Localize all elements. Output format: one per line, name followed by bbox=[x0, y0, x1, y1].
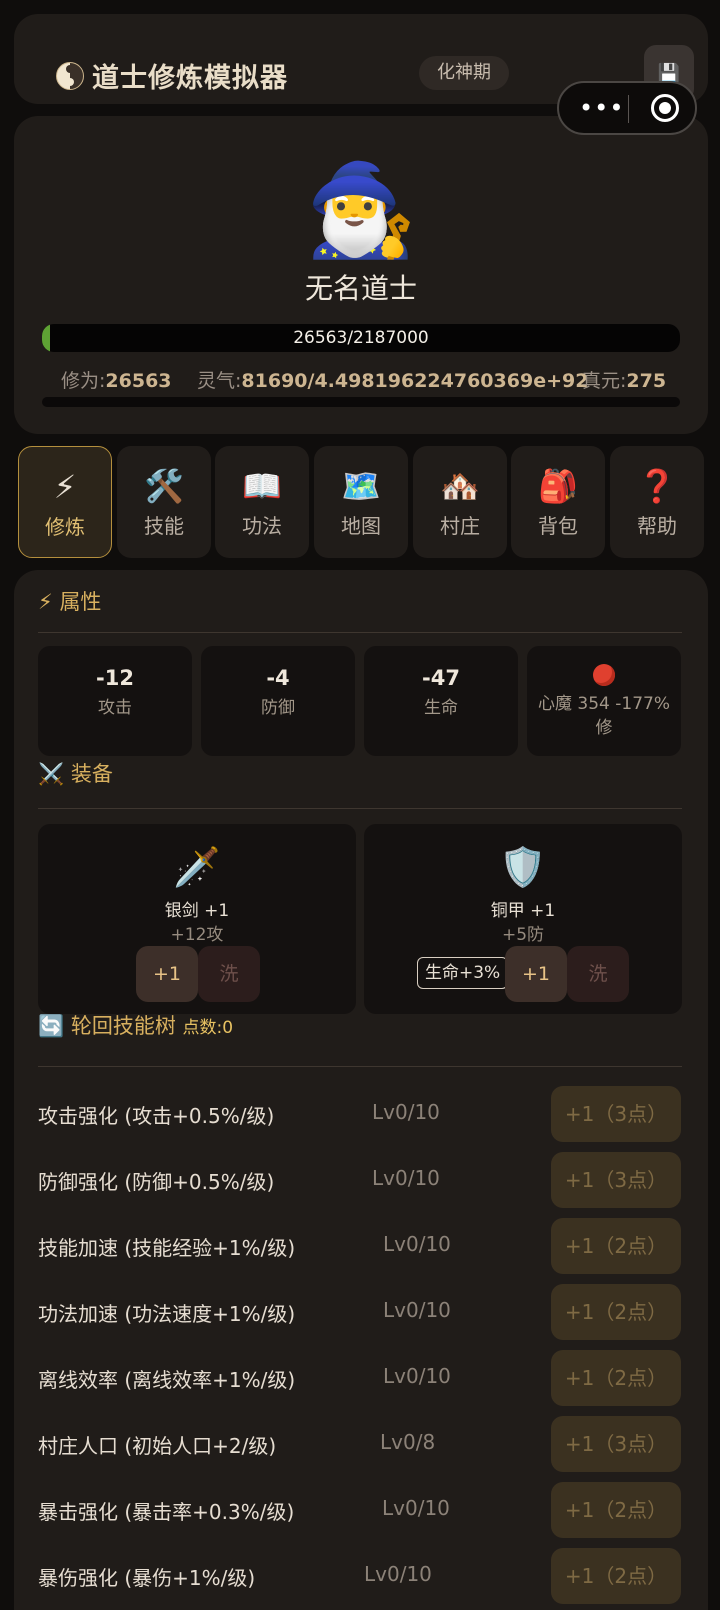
armor-name: 铜甲 +1 bbox=[490, 901, 556, 921]
tab-skills[interactable]: 🛠️ 技能 bbox=[117, 446, 211, 558]
skill-upgrade-button[interactable]: +1（2点） bbox=[551, 1548, 681, 1604]
skill-tree-title: 🔄 轮回技能树 点数:0 bbox=[38, 1014, 234, 1038]
armor-stat: +5防 bbox=[501, 925, 545, 945]
divider bbox=[38, 808, 682, 809]
skill-upgrade-button[interactable]: +1（2点） bbox=[551, 1218, 681, 1274]
skill-upgrade-button[interactable]: +1（3点） bbox=[551, 1416, 681, 1472]
exp-progress-text: 26563/2187000 bbox=[293, 328, 429, 348]
app-title: 道士修炼模拟器 bbox=[56, 56, 288, 95]
attr-inner-demon: 心魔 354 -177%修 bbox=[527, 646, 681, 756]
weapon-name: 银剑 +1 bbox=[164, 901, 230, 921]
divider bbox=[38, 632, 682, 633]
skill-level: Lv0/10 bbox=[383, 1232, 451, 1256]
attributes-title: ⚡ 属性 bbox=[38, 590, 102, 614]
armor-affix-badge: 生命+3% bbox=[417, 957, 509, 989]
more-menu-icon[interactable]: ••• bbox=[579, 96, 624, 120]
skill-level: Lv0/10 bbox=[383, 1364, 451, 1388]
tab-map[interactable]: 🗺️ 地图 bbox=[314, 446, 408, 558]
skill-name: 村庄人口 (初始人口+2/级) bbox=[38, 1434, 277, 1458]
map-icon: 🗺️ bbox=[341, 467, 381, 505]
dagger-icon: 🗡️ bbox=[173, 845, 221, 889]
tab-label: 背包 bbox=[538, 514, 578, 538]
skill-name: 暴击强化 (暴击率+0.3%/级) bbox=[38, 1500, 295, 1524]
skill-row: 暴击强化 (暴击率+0.3%/级) Lv0/10 +1（2点） bbox=[14, 1482, 708, 1540]
skill-name: 防御强化 (防御+0.5%/级) bbox=[38, 1170, 275, 1194]
exp-progress-bar: 26563/2187000 bbox=[42, 324, 680, 352]
tab-label: 村庄 bbox=[440, 514, 480, 538]
tab-cultivate[interactable]: ⚡ 修炼 bbox=[18, 446, 112, 558]
armor-slot: 🛡️ 铜甲 +1 +5防 生命+3% +1 洗 bbox=[364, 824, 682, 1014]
tab-label: 功法 bbox=[242, 514, 282, 538]
skill-level: Lv0/8 bbox=[380, 1430, 436, 1454]
lightning-icon: ⚡ bbox=[53, 468, 77, 506]
skill-name: 技能加速 (技能经验+1%/级) bbox=[38, 1236, 296, 1260]
skill-upgrade-button[interactable]: +1（2点） bbox=[551, 1284, 681, 1340]
skill-name: 功法加速 (功法速度+1%/级) bbox=[38, 1302, 296, 1326]
tab-label: 帮助 bbox=[637, 514, 677, 538]
player-name: 无名道士 bbox=[304, 272, 417, 305]
armor-upgrade-button[interactable]: +1 bbox=[505, 946, 567, 1002]
skill-row: 防御强化 (防御+0.5%/级) Lv0/10 +1（3点） bbox=[14, 1152, 708, 1210]
realm-badge: 化神期 bbox=[419, 56, 509, 90]
mini-program-capsule: ••• bbox=[557, 81, 697, 135]
armor-reroll-button[interactable]: 洗 bbox=[567, 946, 629, 1002]
capsule-divider bbox=[628, 95, 629, 123]
skill-row: 攻击强化 (攻击+0.5%/级) Lv0/10 +1（3点） bbox=[14, 1086, 708, 1144]
tools-icon: 🛠️ bbox=[144, 467, 184, 505]
secondary-progress-bar bbox=[42, 397, 680, 407]
tab-village[interactable]: 🏘️ 村庄 bbox=[413, 446, 507, 558]
skill-level: Lv0/10 bbox=[382, 1496, 450, 1520]
skill-level: Lv0/10 bbox=[372, 1100, 440, 1124]
tab-label: 修炼 bbox=[45, 515, 85, 539]
stat-cultivation: 修为:26563 bbox=[61, 370, 172, 392]
mage-avatar-icon: 🧙‍♂️ bbox=[304, 158, 418, 263]
weapon-slot: 🗡️ 银剑 +1 +12攻 +1 洗 bbox=[38, 824, 356, 1014]
attr-attack: -12 攻击 bbox=[38, 646, 192, 756]
book-icon: 📖 bbox=[242, 467, 282, 505]
skill-upgrade-button[interactable]: +1（2点） bbox=[551, 1350, 681, 1406]
yin-yang-icon bbox=[56, 61, 84, 90]
skill-row: 暴伤强化 (暴伤+1%/级) Lv0/10 +1（2点） bbox=[14, 1548, 708, 1606]
skill-level: Lv0/10 bbox=[364, 1562, 432, 1586]
tab-label: 地图 bbox=[341, 514, 381, 538]
skill-upgrade-button[interactable]: +1（2点） bbox=[551, 1482, 681, 1538]
shield-icon: 🛡️ bbox=[499, 845, 547, 889]
stat-zhenyuan: 真元:275 bbox=[582, 370, 667, 392]
cycle-arrows-icon: 🔄 bbox=[38, 1014, 65, 1038]
skill-row: 离线效率 (离线效率+1%/级) Lv0/10 +1（2点） bbox=[14, 1350, 708, 1408]
stat-qi: 灵气:81690/4.498196224760369e+92 bbox=[197, 370, 589, 392]
crossed-swords-icon: ⚔️ bbox=[38, 762, 65, 786]
lightning-icon: ⚡ bbox=[38, 590, 53, 614]
divider bbox=[38, 1066, 682, 1067]
skill-row: 技能加速 (技能经验+1%/级) Lv0/10 +1（2点） bbox=[14, 1218, 708, 1276]
weapon-stat: +12攻 bbox=[170, 925, 224, 945]
backpack-icon: 🎒 bbox=[538, 467, 578, 505]
tab-backpack[interactable]: 🎒 背包 bbox=[511, 446, 605, 558]
tab-techniques[interactable]: 📖 功法 bbox=[215, 446, 309, 558]
attr-defense: -4 防御 bbox=[201, 646, 355, 756]
tab-help[interactable]: ❓ 帮助 bbox=[610, 446, 704, 558]
skill-name: 离线效率 (离线效率+1%/级) bbox=[38, 1368, 296, 1392]
skill-name: 暴伤强化 (暴伤+1%/级) bbox=[38, 1566, 256, 1590]
app-title-text: 道士修炼模拟器 bbox=[92, 63, 288, 94]
attr-health: -47 生命 bbox=[364, 646, 518, 756]
profile-card: 🧙‍♂️ 无名道士 26563/2187000 修为:26563 灵气:8169… bbox=[14, 116, 708, 434]
cultivate-panel: ⚡ 属性 -12 攻击 -4 防御 -47 生命 心魔 354 -177%修 ⚔… bbox=[14, 570, 708, 1610]
tab-label: 技能 bbox=[144, 514, 184, 538]
close-target-icon[interactable] bbox=[651, 94, 679, 122]
skill-row: 功法加速 (功法速度+1%/级) Lv0/10 +1（2点） bbox=[14, 1284, 708, 1342]
houses-icon: 🏘️ bbox=[440, 467, 480, 505]
skill-points: 点数:0 bbox=[182, 1018, 234, 1038]
skill-row: 村庄人口 (初始人口+2/级) Lv0/8 +1（3点） bbox=[14, 1416, 708, 1474]
weapon-reroll-button[interactable]: 洗 bbox=[198, 946, 260, 1002]
question-icon: ❓ bbox=[637, 467, 677, 505]
weapon-upgrade-button[interactable]: +1 bbox=[136, 946, 198, 1002]
skill-upgrade-button[interactable]: +1（3点） bbox=[551, 1152, 681, 1208]
skill-level: Lv0/10 bbox=[383, 1298, 451, 1322]
skill-name: 攻击强化 (攻击+0.5%/级) bbox=[38, 1104, 275, 1128]
skill-upgrade-button[interactable]: +1（3点） bbox=[551, 1086, 681, 1142]
red-circle-icon bbox=[593, 664, 615, 686]
equipment-title: ⚔️ 装备 bbox=[38, 762, 113, 786]
skill-level: Lv0/10 bbox=[372, 1166, 440, 1190]
